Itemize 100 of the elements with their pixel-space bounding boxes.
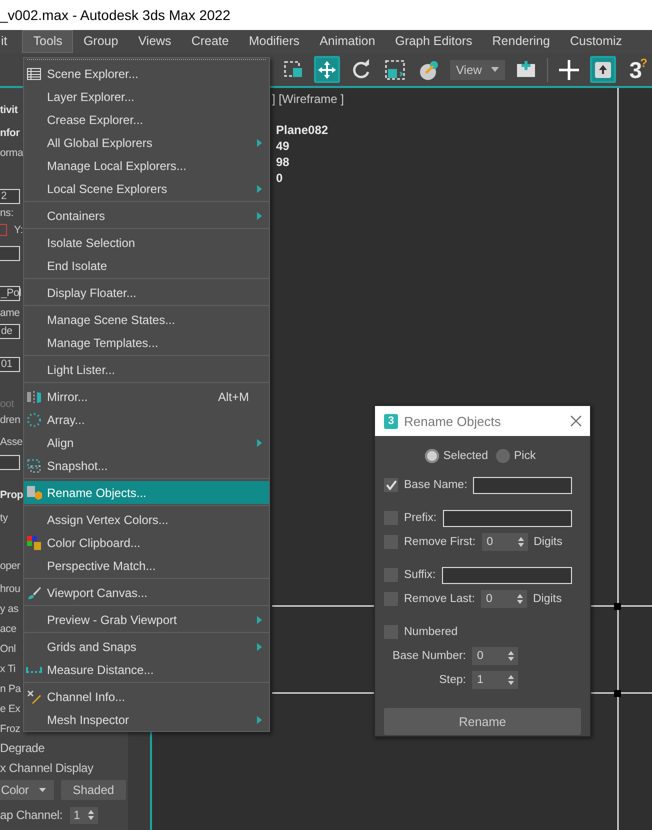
radio-button[interactable] bbox=[425, 449, 440, 463]
color-dropdown[interactable]: Color bbox=[0, 780, 54, 800]
checkbox-label: Numbered bbox=[404, 626, 458, 638]
move-tool-button[interactable] bbox=[314, 56, 340, 83]
menu-item[interactable]: Containers bbox=[24, 204, 269, 227]
menu-item[interactable]: Manage Local Explorers... bbox=[24, 154, 269, 177]
section-heading: nfor bbox=[0, 127, 20, 139]
spin-box[interactable]: 0 bbox=[482, 533, 528, 551]
checkbox[interactable] bbox=[384, 478, 398, 492]
panel-label: e Ex bbox=[0, 703, 20, 715]
rename-button[interactable]: Rename bbox=[384, 708, 581, 735]
pin-tool-button[interactable] bbox=[590, 56, 616, 83]
menu-item[interactable]: All Global Explorers bbox=[24, 131, 269, 154]
panel-label: oper bbox=[0, 560, 20, 572]
stat-value: 0 bbox=[276, 170, 284, 186]
panel-label: hrou bbox=[0, 583, 20, 595]
move-icon bbox=[316, 58, 338, 80]
menu-item[interactable]: Color Clipboard... bbox=[24, 531, 269, 554]
menu-bar-item[interactable]: Group bbox=[73, 30, 128, 53]
dialog-title: Rename Objects bbox=[404, 414, 502, 428]
checkbox-label: Prefix: bbox=[404, 512, 437, 524]
panel-label: ace bbox=[0, 623, 16, 635]
spin-arrows-icon bbox=[88, 810, 94, 820]
shaded-button[interactable]: Shaded bbox=[60, 780, 126, 800]
menu-item[interactable]: Isolate Selection bbox=[24, 231, 269, 254]
spin-box[interactable]: 0 bbox=[472, 647, 518, 665]
unit-label: Digits bbox=[532, 593, 562, 605]
spin-box[interactable]: 1 bbox=[70, 806, 98, 824]
menu-item[interactable]: Mirror... Alt+M bbox=[24, 385, 269, 408]
field-label: Base Number: bbox=[391, 650, 466, 662]
menu-item[interactable]: Manage Scene States... bbox=[24, 308, 269, 331]
view-dropdown[interactable]: View bbox=[450, 60, 506, 80]
menu-bar-item[interactable]: Rendering bbox=[482, 30, 560, 53]
menu-item[interactable]: Channel Info... bbox=[24, 685, 269, 708]
input-field[interactable]: 2 bbox=[0, 188, 20, 204]
spin-box[interactable]: 1 bbox=[472, 671, 518, 689]
radio-label: Pick bbox=[514, 450, 536, 462]
caret-icon bbox=[491, 67, 500, 72]
scale-icon bbox=[384, 58, 406, 80]
radio-button[interactable] bbox=[496, 449, 510, 463]
menu-item[interactable]: Viewport Canvas... bbox=[24, 581, 269, 604]
mirror-icon bbox=[26, 388, 42, 404]
spin-arrows-icon bbox=[508, 675, 514, 685]
menu-item[interactable]: Rename Objects... bbox=[24, 481, 269, 504]
stat-value: 98 bbox=[276, 154, 290, 170]
menu-item[interactable]: Array... bbox=[24, 408, 269, 431]
app-icon: 3 bbox=[384, 414, 398, 428]
menu-item[interactable]: Manage Templates... bbox=[24, 331, 269, 354]
shortcut-text: Alt+M bbox=[218, 390, 249, 404]
menu-item[interactable]: Local Scene Explorers bbox=[24, 177, 269, 200]
input-field[interactable]: 01 bbox=[0, 356, 20, 372]
menu-bar-item[interactable]: Views bbox=[128, 30, 182, 53]
menu-bar-item[interactable]: Tools bbox=[22, 30, 74, 53]
help-button[interactable]: 3? bbox=[628, 56, 652, 84]
menu-item[interactable]: Perspective Match... bbox=[24, 554, 269, 577]
color-squares-icon bbox=[26, 534, 42, 550]
menu-bar-item[interactable]: Create bbox=[181, 30, 239, 53]
input-field[interactable] bbox=[0, 224, 7, 236]
radio-label: Selected bbox=[443, 450, 488, 462]
menu-bar-item[interactable]: Graph Editors bbox=[385, 30, 482, 53]
cube-icon bbox=[26, 484, 42, 500]
menu-bar-item[interactable]: it bbox=[0, 30, 18, 53]
viewport-label[interactable]: ] [Wireframe ] bbox=[272, 92, 344, 106]
checkbox-label: Remove Last: bbox=[404, 593, 475, 605]
panel-label: y as bbox=[0, 603, 18, 615]
menu-item[interactable]: Light Lister... bbox=[24, 358, 269, 381]
unit-label: Digits bbox=[534, 536, 562, 548]
panel-label: Degrade bbox=[0, 741, 45, 755]
panel-label: x Ti bbox=[0, 663, 16, 675]
caret-icon bbox=[38, 788, 46, 792]
spin-box[interactable]: 0 bbox=[480, 590, 527, 608]
menu-item[interactable]: Snapshot... bbox=[24, 454, 269, 477]
menu-item[interactable]: Display Floater... bbox=[24, 281, 269, 304]
stat-value: 49 bbox=[276, 138, 290, 154]
panel-label: orma bbox=[0, 147, 24, 159]
menu-bar-item[interactable]: Animation bbox=[310, 30, 386, 53]
menu-item[interactable]: Scene Explorer... bbox=[24, 62, 269, 85]
menu-bar-item[interactable]: Modifiers bbox=[238, 30, 310, 53]
menu-item[interactable]: End Isolate bbox=[24, 254, 269, 277]
panel-label: Y: bbox=[14, 224, 23, 236]
close-icon[interactable] bbox=[570, 415, 582, 427]
panel-label: n Pa bbox=[0, 683, 21, 695]
window-title: _v002.max - Autodesk 3ds Max 2022 bbox=[0, 6, 230, 25]
menu-item[interactable]: Align bbox=[24, 431, 269, 454]
menu-item[interactable]: Measure Distance... bbox=[24, 658, 269, 681]
menu-item[interactable]: Crease Explorer... bbox=[24, 108, 269, 131]
crosshair-icon bbox=[558, 58, 580, 80]
menu-item[interactable]: Preview - Grab Viewport bbox=[24, 608, 269, 631]
panel-label: Froz bbox=[0, 723, 20, 735]
menu-item[interactable]: Grids and Snaps bbox=[24, 635, 269, 658]
menu-item[interactable]: Assign Vertex Colors... bbox=[24, 508, 269, 531]
panel-label: ame bbox=[0, 307, 20, 319]
input-field[interactable]: de bbox=[0, 324, 20, 338]
panel-label: ty bbox=[0, 512, 8, 524]
menu-item[interactable]: Layer Explorer... bbox=[24, 85, 269, 108]
menu-bar-item[interactable]: Customiz bbox=[560, 30, 632, 53]
dotted-rectangle-icon bbox=[26, 458, 42, 474]
wrench-icon bbox=[26, 688, 42, 704]
panel-label: x Channel Display bbox=[0, 761, 94, 775]
menu-item[interactable]: Mesh Inspector bbox=[24, 708, 269, 731]
